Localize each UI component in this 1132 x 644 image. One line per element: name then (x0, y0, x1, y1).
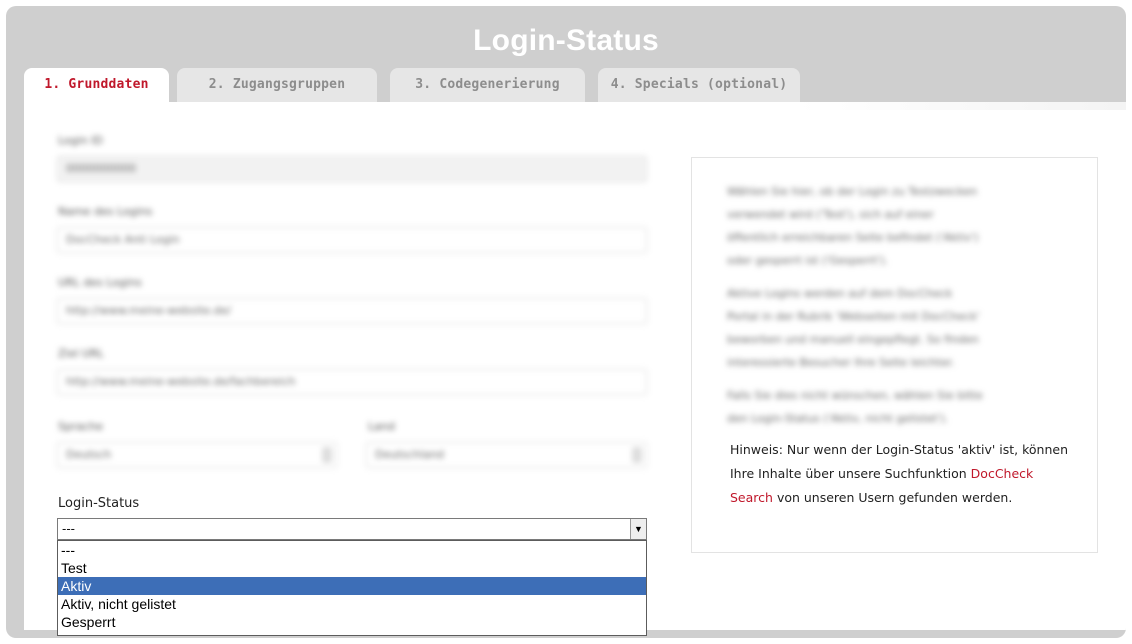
option-aktiv[interactable]: Aktiv (58, 577, 646, 595)
login-status-dropdown: --- Test Aktiv Aktiv, nicht gelistet Ges… (57, 540, 647, 636)
info-line: Portal in der Rubrik 'Webseiten mit DocC… (727, 310, 980, 323)
hint-suffix: von unseren Usern gefunden werden. (776, 490, 1013, 505)
chevron-down-icon (322, 447, 332, 463)
option-gesperrt[interactable]: Gesperrt (58, 613, 646, 631)
info-line: den Login-Status ('Aktiv, nicht gelistet… (727, 412, 949, 425)
login-id-label: Login ID (58, 134, 103, 147)
login-status-window: Login-Status 1. Grunddaten 2. Zugangsgru… (6, 6, 1126, 638)
login-name-field[interactable]: DocCheck Anti Login (57, 227, 647, 253)
login-url-field[interactable]: http://www.meine-website.de/ (57, 298, 647, 324)
info-line: Aktive Logins werden auf dem DocCheck (727, 287, 953, 300)
option-aktiv-nicht-gelistet[interactable]: Aktiv, nicht gelistet (58, 595, 646, 613)
info-line: beworben und manuell eingepflegt. So fin… (727, 333, 979, 346)
panel-fade (796, 102, 1126, 110)
info-box: Wählen Sie hier, ob der Login zu Testzwe… (691, 157, 1098, 553)
login-url-label: URL des Logins (58, 276, 142, 289)
language-value: Deutsch (66, 448, 112, 461)
login-name-label: Name des Logins (58, 205, 153, 218)
chevron-down-icon: ▼ (634, 524, 643, 534)
login-status-select[interactable]: --- ▼ (57, 518, 647, 540)
form-panel: Login ID 0000000000 Name des Logins DocC… (24, 102, 1126, 636)
tab-zugangsgruppen[interactable]: 2. Zugangsgruppen (177, 68, 377, 102)
country-select[interactable]: Deutschland (366, 442, 647, 468)
info-line: öffentlich erreichbaren Seite befindet (… (727, 231, 979, 244)
hint-text: Hinweis: Nur wenn der Login-Status 'akti… (730, 438, 1075, 510)
info-line: verwendet wird ('Test'), sich auf einer (727, 208, 934, 221)
tab-codegenerierung[interactable]: 3. Codegenerierung (390, 68, 585, 102)
page-title: Login-Status (473, 24, 659, 57)
tab-specials[interactable]: 4. Specials (optional) (598, 68, 800, 102)
country-value: Deutschland (375, 448, 445, 461)
option-none[interactable]: --- (58, 541, 646, 559)
language-label: Sprache (58, 420, 104, 433)
info-line: oder gesperrt ist ('Gesperrt'). (727, 254, 889, 267)
info-line: Falls Sie dies nicht wünschen, wählen Si… (727, 389, 983, 402)
info-line: interessierte Besucher Ihre Seite leicht… (727, 356, 955, 369)
login-status-label: Login-Status (58, 496, 140, 511)
chevron-down-icon (632, 447, 642, 463)
tab-grunddaten[interactable]: 1. Grunddaten (24, 68, 169, 102)
dropdown-arrow-button[interactable]: ▼ (630, 519, 646, 539)
info-line: Wählen Sie hier, ob der Login zu Testzwe… (727, 185, 978, 198)
target-url-field[interactable]: http://www.meine-website.de/fachbereich (57, 369, 647, 395)
login-status-value: --- (62, 521, 75, 536)
language-select[interactable]: Deutsch (57, 442, 337, 468)
country-label: Land (368, 420, 395, 433)
target-url-label: Ziel URL (58, 347, 104, 360)
option-test[interactable]: Test (58, 559, 646, 577)
login-id-field[interactable]: 0000000000 (57, 156, 647, 182)
